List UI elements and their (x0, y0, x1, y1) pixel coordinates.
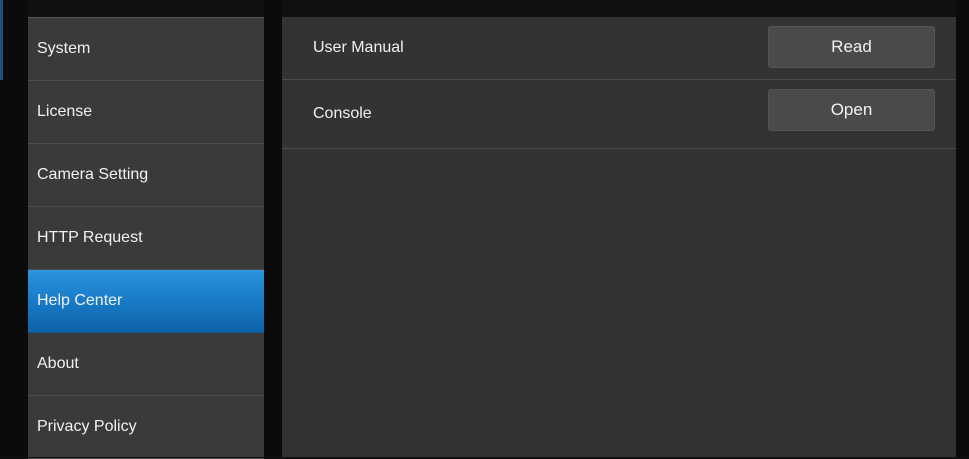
right-edge-strip (956, 0, 969, 457)
user-manual-label: User Manual (313, 39, 404, 56)
sidebar-item-help-center[interactable]: Help Center (28, 270, 264, 333)
sidebar-item-label: License (37, 103, 93, 120)
sidebar-item-label: HTTP Request (37, 229, 143, 246)
sidebar-item-camera-setting[interactable]: Camera Setting (28, 144, 264, 207)
left-edge-strip (0, 0, 28, 457)
sidebar-item-label: About (37, 355, 79, 372)
left-edge-accent (0, 0, 3, 80)
console-row: Console Open (282, 80, 956, 149)
panel-divider (264, 0, 282, 457)
open-button[interactable]: Open (768, 89, 935, 131)
sidebar-item-label: Help Center (37, 292, 123, 309)
sidebar-item-http-request[interactable]: HTTP Request (28, 207, 264, 270)
help-center-panel: User Manual Read Console Open (282, 17, 956, 457)
sidebar: System License Camera Setting HTTP Reque… (28, 17, 264, 459)
sidebar-item-system[interactable]: System (28, 18, 264, 81)
sidebar-item-label: System (37, 40, 91, 57)
user-manual-row: User Manual Read (282, 17, 956, 80)
sidebar-item-about[interactable]: About (28, 333, 264, 396)
sidebar-item-privacy-policy[interactable]: Privacy Policy (28, 396, 264, 459)
sidebar-item-label: Privacy Policy (37, 418, 137, 435)
console-label: Console (313, 105, 372, 122)
sidebar-item-license[interactable]: License (28, 81, 264, 144)
read-button[interactable]: Read (768, 26, 935, 68)
sidebar-item-label: Camera Setting (37, 166, 149, 183)
